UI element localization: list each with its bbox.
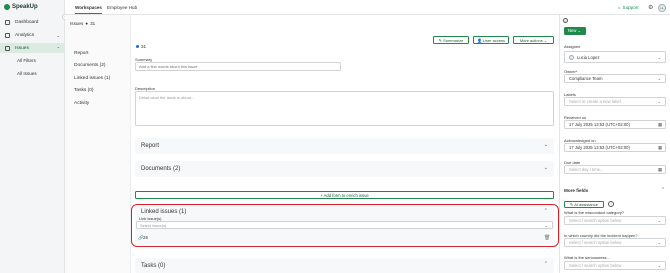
user-access-label: User access	[483, 38, 506, 43]
issue-nav-report[interactable]: Report	[74, 51, 88, 56]
acknowledged-value: 17 July 2025 13:53 (UTC+02:00)	[569, 145, 630, 150]
assignee-label: Assignee	[564, 44, 581, 49]
issue-navigation: Issues ● 31 Report Documents (2) Linked is…	[65, 15, 131, 273]
misconduct-label: What is the misconduct category?	[564, 210, 625, 215]
tab-employee-hub[interactable]: Employee Hub	[107, 5, 137, 10]
calendar-icon[interactable]: ▦	[658, 145, 662, 151]
issue-nav-linked-issues[interactable]: Linked issues (1)	[74, 76, 110, 81]
gear-icon[interactable]: ⚙	[648, 4, 653, 11]
add-form-button[interactable]: + Add form to enrich issue	[135, 191, 554, 199]
misconduct-select[interactable]: Select / search option below ⌄	[564, 216, 666, 225]
seriousness-select[interactable]: Select / search option below ⌄	[564, 261, 666, 270]
owner-select[interactable]: Compliance Team ⌄	[564, 74, 666, 83]
tab-workspaces[interactable]: Workspaces	[75, 5, 102, 14]
chevron-up-icon: ⌃	[543, 261, 548, 267]
user-access-button[interactable]: 👤 User access	[473, 36, 509, 44]
calendar-icon[interactable]: ▦	[658, 122, 662, 128]
breadcrumb: Issues ● 31	[70, 21, 95, 26]
more-fields-toggle[interactable]: More fields	[564, 188, 588, 193]
due-date-field[interactable]: Select day / time... ▦	[564, 165, 666, 174]
highlight-box	[131, 204, 559, 247]
breadcrumb-issue-id: 31	[90, 21, 96, 26]
new-label: New	[568, 28, 577, 33]
summarize-label: Summarize	[443, 38, 464, 43]
section-title: Report	[141, 143, 160, 149]
labels-placeholder: Select or create a new label	[569, 99, 621, 104]
country-select[interactable]: Select / search option below ⌄	[564, 238, 666, 247]
chevron-down-icon: ⌄	[56, 32, 60, 38]
chevron-up-icon: ⌃	[56, 45, 60, 51]
summary-input[interactable]	[135, 62, 341, 71]
new-button[interactable]: New ⌄	[564, 27, 586, 35]
summarize-button[interactable]: ✎ Summarize	[433, 36, 469, 44]
sidebar-subitem-all-filters[interactable]: All Filters	[17, 58, 36, 63]
breadcrumb-separator: ●	[85, 21, 89, 26]
ai-assistance-label: AI assistance	[574, 202, 599, 207]
avatar[interactable]: LL	[658, 4, 666, 12]
country-placeholder: Select / search option below	[569, 240, 622, 245]
owner-value: Compliance Team	[569, 76, 603, 81]
chevron-down-icon: ⌄	[657, 240, 661, 245]
support-link[interactable]: ☼ Support	[617, 5, 639, 10]
details-panel: i New ⌄ Assignee Lucia Lopez ⌄ Owner* Co…	[559, 15, 670, 273]
calendar-icon[interactable]: ▦	[658, 167, 662, 173]
sidebar-item-label: Analytics	[15, 32, 35, 38]
chevron-down-icon: ⌄	[543, 142, 548, 148]
add-form-label: Add form to enrich issue	[323, 193, 369, 198]
top-bar: Workspaces Employee Hub	[65, 0, 670, 15]
chevron-down-icon: ⌄	[657, 263, 661, 268]
sidebar-item-dashboard[interactable]: Dashboard	[0, 17, 65, 27]
section-title: Documents (2)	[141, 166, 181, 172]
chevron-down-icon: ⌄	[657, 54, 661, 60]
issue-nav-documents[interactable]: Documents (2)	[74, 63, 105, 68]
description-field[interactable]: Detail what the issue is about...	[135, 91, 554, 126]
sidebar-subitem-all-issues[interactable]: All Issues	[17, 71, 37, 76]
more-fields-label: More fields	[564, 188, 589, 193]
due-date-placeholder: Select day / time...	[569, 167, 604, 172]
issue-main: ✎ Summarize 👤 User access More actions ⌄…	[131, 15, 559, 273]
chevron-down-icon: ⌄	[657, 99, 661, 104]
brand-logo[interactable]: SpeakUp	[4, 4, 38, 10]
chevron-down-icon: ⌄	[657, 218, 661, 223]
chevron-down-icon: ⌄	[543, 165, 548, 171]
assignee-select[interactable]: Lucia Lopez ⌄	[564, 51, 666, 63]
avatar	[569, 54, 574, 60]
ai-assistance-button[interactable]: ✎ AI assistance	[564, 201, 604, 208]
issue-nav-tasks[interactable]: Tasks (0)	[74, 88, 93, 93]
documents-section[interactable]: Documents (2) ⌄	[135, 161, 554, 177]
misconduct-placeholder: Select / search option below	[569, 218, 622, 223]
issue-number: 31	[141, 44, 147, 49]
section-title: Tasks (0)	[141, 263, 166, 269]
dashboard-icon	[5, 19, 10, 25]
report-section[interactable]: Report ⌄	[135, 138, 554, 154]
breadcrumb-issues[interactable]: Issues	[70, 21, 83, 26]
chevron-up-icon[interactable]: ⌃	[661, 187, 665, 193]
received-value: 17 July 2025 13:53 (UTC+02:00)	[569, 122, 630, 127]
info-icon[interactable]: i	[608, 201, 614, 207]
status-radio[interactable]	[136, 45, 139, 48]
chevron-down-icon: ⌄	[657, 76, 661, 81]
more-actions-button[interactable]: More actions ⌄	[513, 36, 554, 44]
seriousness-placeholder: Select / search option below	[569, 263, 622, 268]
logo-icon	[4, 4, 10, 10]
sidebar-item-analytics[interactable]: Analytics ⌄	[0, 30, 65, 40]
issues-icon	[5, 45, 10, 51]
brand-name: SpeakUp	[12, 4, 38, 10]
seriousness-label: What is the seriousness...	[564, 255, 610, 260]
support-label: Support	[622, 5, 639, 10]
info-icon[interactable]: i	[563, 18, 568, 23]
tasks-section[interactable]: Tasks (0) ⌃	[135, 258, 554, 273]
acknowledged-date-field[interactable]: 17 July 2025 13:53 (UTC+02:00) ▦	[564, 143, 666, 152]
sidebar-item-issues[interactable]: Issues ⌃	[0, 43, 65, 53]
labels-select[interactable]: Select or create a new label ⌄	[564, 97, 666, 106]
analytics-icon	[5, 32, 10, 38]
sidebar-item-label: Issues	[15, 45, 29, 51]
sidebar-item-label: Dashboard	[15, 19, 39, 25]
received-date-field[interactable]: 17 July 2025 13:53 (UTC+02:00) ▦	[564, 120, 666, 129]
issue-nav-activity[interactable]: Activity	[74, 101, 89, 106]
assignee-value: Lucia Lopez	[577, 54, 600, 60]
sidebar: SpeakUp Dashboard Analytics ⌄ Issues ⌃ A…	[0, 0, 65, 273]
more-actions-label: More actions	[519, 38, 543, 43]
